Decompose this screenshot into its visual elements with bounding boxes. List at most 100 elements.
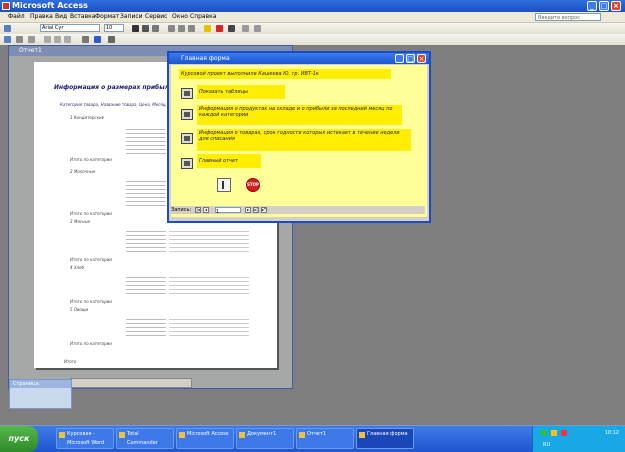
record-number-field[interactable]: 1 [215,207,241,215]
underline-icon[interactable] [152,25,159,32]
menu-help[interactable]: Справка [190,12,216,22]
show-tables-button[interactable] [181,88,193,99]
zoom-icon[interactable] [28,36,35,43]
exit-button[interactable] [217,178,231,192]
border-icon[interactable] [242,25,249,32]
last-record-button[interactable]: ▸| [253,207,259,213]
group-footer: Итого по категории [70,211,112,216]
align-left-icon[interactable] [168,25,175,32]
report-rows [126,228,166,254]
menu-format[interactable]: Формат [95,12,119,22]
main-report-button[interactable] [181,158,193,169]
tray-icon[interactable] [541,430,547,436]
report-subtitle: Категория товара, Название товара, Цена,… [60,102,182,107]
office-links-icon[interactable] [94,36,101,43]
font-color-icon[interactable] [216,25,223,32]
page-panel-header: Страница [10,380,71,388]
report-page-navigator[interactable] [70,378,192,388]
menu-insert[interactable]: Вставка [70,12,95,22]
tray-icon[interactable] [551,430,557,436]
stop-icon: STOP [247,182,259,187]
maximize-icon[interactable]: □ [406,54,415,63]
tray-icon[interactable] [561,430,567,436]
group-footer: Итого по категории [70,257,112,262]
group-header: 4 Хлеб [70,265,85,270]
taskbar-item[interactable]: Документ1 [236,428,294,449]
view-icon[interactable] [4,36,11,43]
record-label: Запись: [171,207,192,213]
group-footer: Итого по категории [70,157,112,162]
system-tray: RU 10:12 [532,426,625,452]
maximize-icon[interactable]: □ [599,1,609,11]
group-header: 2 Молочные [70,169,96,174]
bold-icon[interactable] [132,25,139,32]
report-title: Информация о размерах прибыли [54,84,174,91]
close-icon[interactable]: × [611,1,621,11]
align-center-icon[interactable] [178,25,185,32]
form-header-label: Курсовой проект выполнила Кашеева Ю. гр.… [179,69,391,79]
menu-bar: Файл Правка Вид Вставка Формат Записи Се… [0,12,625,23]
products-info-button[interactable] [181,109,193,120]
report-rows [126,126,166,154]
fill-color-icon[interactable] [204,25,211,32]
app-icon [2,2,10,10]
menu-tools[interactable]: Сервис [145,12,167,22]
object-icon[interactable] [4,25,11,32]
one-page-icon[interactable] [44,36,51,43]
main-report-label: Главный отчет [197,154,261,168]
setup-icon[interactable] [82,36,89,43]
align-right-icon[interactable] [188,25,195,32]
stop-button[interactable]: STOP [246,178,260,192]
minimize-icon[interactable]: _ [587,1,597,11]
italic-icon[interactable] [142,25,149,32]
close-preview-icon[interactable] [108,36,115,43]
help-search-input[interactable]: Введите вопрос [535,13,601,21]
grand-total: Итого [64,359,77,364]
taskbar: пуск Курсовая - Microsoft Word Total Com… [0,426,625,452]
group-footer: Итого по категории [70,299,112,304]
minimize-icon[interactable]: _ [395,54,404,63]
report-rows [126,274,166,296]
expiring-goods-button[interactable] [181,133,193,144]
taskbar-item-active[interactable]: Главная форма [356,428,414,449]
page-panel[interactable]: Страница [9,379,72,409]
group-header: 3 Мясные [70,219,91,224]
language-indicator[interactable]: RU [543,442,550,448]
first-record-button[interactable]: |◂ [195,207,201,213]
taskbar-item[interactable]: Курсовая - Microsoft Word [56,428,114,449]
main-form-title: Главная форма [181,55,230,62]
font-size-combo[interactable]: 10 [104,24,124,32]
next-record-button[interactable]: ▸ [245,207,251,213]
taskbar-item[interactable]: Microsoft Access [176,428,234,449]
start-button[interactable]: пуск [0,426,38,452]
group-footer: Итого по категории [70,341,112,346]
menu-edit[interactable]: Правка [30,12,53,22]
print-icon[interactable] [16,36,23,43]
font-name-combo[interactable]: Arial Cyr [40,24,100,32]
report-rows [126,178,166,208]
report-values [169,316,249,338]
menu-records[interactable]: Записи [120,12,143,22]
multiple-pages-icon[interactable] [64,36,71,43]
report-values [169,228,249,254]
menu-window[interactable]: Окно [172,12,188,22]
report-window-title: Отчет1 [19,47,42,54]
main-form-title-bar[interactable]: Главная форма _ □ × [169,53,429,64]
close-icon[interactable]: × [417,54,426,63]
menu-file[interactable]: Файл [8,12,25,22]
prev-record-button[interactable]: ◂ [203,207,209,213]
taskbar-item[interactable]: Total Commander [116,428,174,449]
two-pages-icon[interactable] [54,36,61,43]
expiring-goods-label: Информация о товарах, срок годности кото… [197,129,411,151]
group-header: 1 Кондитерские [70,115,105,120]
new-record-button[interactable]: ▸* [261,207,267,213]
line-color-icon[interactable] [228,25,235,32]
main-form-window[interactable]: Главная форма _ □ × Курсовой проект выпо… [167,51,431,223]
clock[interactable]: 10:12 [605,430,619,436]
special-effect-icon[interactable] [254,25,261,32]
products-info-label: Информация о продуктах на складе и о при… [197,105,402,125]
main-form-body: Курсовой проект выполнила Кашеева Ю. гр.… [171,65,427,217]
report-rows [126,316,166,338]
taskbar-item[interactable]: Отчет1 [296,428,354,449]
menu-view[interactable]: Вид [55,12,67,22]
